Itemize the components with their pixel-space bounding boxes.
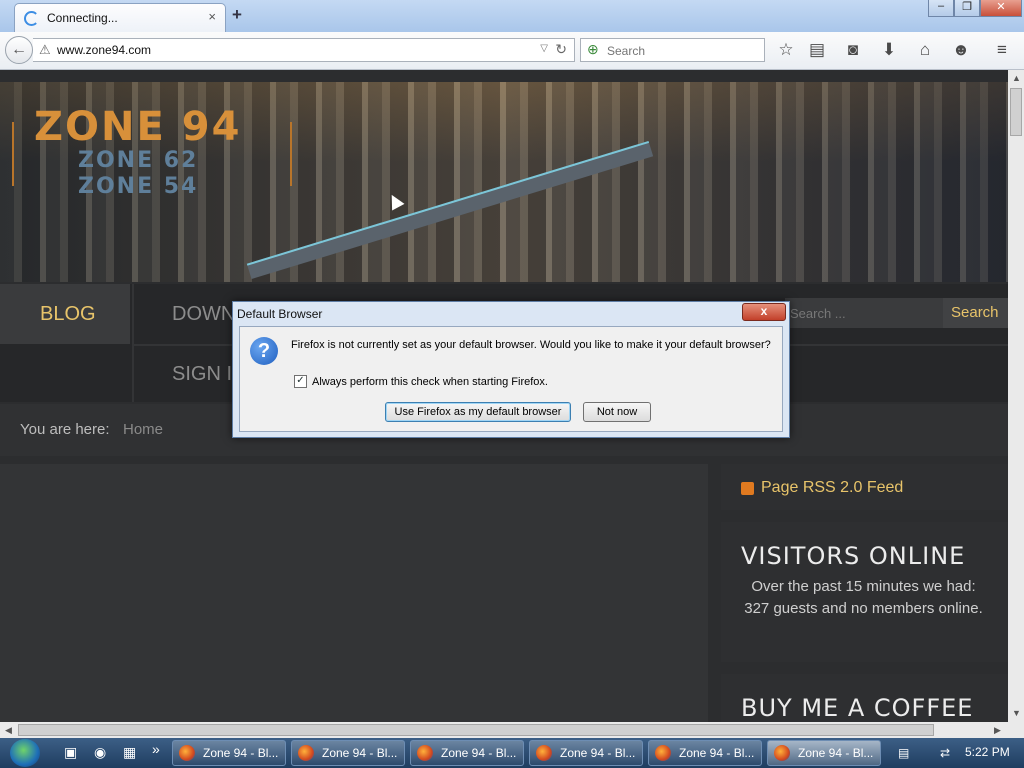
site-logo[interactable]: ZONE 94 — [34, 104, 241, 150]
site-search-placeholder: Search ... — [790, 306, 846, 321]
site-search-button-label: Search — [951, 304, 999, 321]
scroll-right-icon[interactable]: ▶ — [994, 725, 1001, 736]
rss-icon — [741, 482, 754, 495]
coffee-title: BUY ME A COFFEE — [741, 694, 974, 722]
browser-tab[interactable]: Connecting... × — [14, 3, 226, 32]
tab-close-icon[interactable]: × — [208, 9, 216, 24]
reading-list-icon[interactable]: ▤ — [806, 40, 828, 60]
dialog-close-button[interactable]: x — [742, 303, 786, 321]
minimize-button[interactable]: – — [928, 0, 954, 17]
visitors-title: VISITORS ONLINE — [741, 542, 966, 570]
scroll-up-icon[interactable]: ▲ — [1012, 73, 1021, 83]
firefox-icon — [179, 745, 195, 761]
menu-item-downloads[interactable]: DOWN — [172, 303, 235, 326]
media-quicklaunch-icon[interactable]: ▦ — [123, 744, 136, 761]
firefox-icon — [774, 745, 790, 761]
vertical-scroll-thumb[interactable] — [1010, 88, 1022, 136]
home-icon[interactable]: ⌂ — [914, 40, 936, 60]
taskbar-item-label: Zone 94 - Bl... — [441, 746, 517, 760]
network-tray-icon[interactable]: ⇄ — [940, 746, 950, 760]
menu-item-blog[interactable]: BLOG — [0, 284, 130, 344]
site-search-input[interactable]: Search ... — [785, 298, 943, 328]
restore-button[interactable]: ❐ — [954, 0, 980, 17]
warning-icon[interactable]: ⚠ — [39, 42, 51, 58]
firefox-icon — [655, 745, 671, 761]
dialog-message: Firefox is not currently set as your def… — [291, 339, 771, 351]
firefox-icon — [536, 745, 552, 761]
url-bar[interactable]: ⚠ www.zone94.com ▽ ↻ — [33, 38, 575, 62]
windows-taskbar: ▣ ◉ ▦ » Zone 94 - Bl... Zone 94 - Bl... … — [0, 738, 1024, 768]
visitors-widget: VISITORS ONLINE Over the past 15 minutes… — [721, 522, 1008, 662]
back-arrow-icon: ← — [11, 41, 27, 58]
hello-icon[interactable]: ☻ — [950, 40, 972, 60]
browser-titlebar: Connecting... × + – ❐ ✕ — [0, 0, 1024, 32]
site-logo-sub2: ZONE 54 — [78, 174, 199, 199]
use-default-button[interactable]: Use Firefox as my default browser — [385, 402, 571, 422]
taskbar-item[interactable]: Zone 94 - Bl... — [291, 740, 405, 766]
horizontal-scroll-thumb[interactable] — [18, 724, 934, 736]
taskbar-item[interactable]: Zone 94 - Bl... — [410, 740, 524, 766]
back-button[interactable]: ← — [5, 36, 33, 64]
system-clock[interactable]: 5:22 PM — [965, 745, 1010, 759]
always-check-checkbox[interactable]: ✓ — [294, 375, 307, 388]
dialog-body: ? Firefox is not currently set as your d… — [239, 326, 783, 432]
taskbar-item-active[interactable]: Zone 94 - Bl... — [767, 740, 881, 766]
breadcrumb-label: You are here: — [20, 421, 110, 438]
site-banner[interactable]: ZONE 94 ZONE 62 ZONE 54 — [0, 82, 1008, 282]
taskbar-item-label: Zone 94 - Bl... — [203, 746, 279, 760]
question-icon: ? — [250, 337, 278, 365]
rss-feed-link[interactable]: Page RSS 2.0 Feed — [761, 479, 903, 497]
url-dropdown-icon[interactable]: ▽ — [540, 43, 548, 54]
firefox-quicklaunch-icon[interactable]: ◉ — [94, 744, 106, 761]
start-button[interactable] — [10, 739, 40, 767]
pocket-icon[interactable]: ◙ — [842, 40, 864, 60]
menu-item-sign-in[interactable]: SIGN I — [172, 363, 232, 386]
menu-item-blog-label: BLOG — [40, 303, 96, 325]
site-search-button[interactable]: Search — [943, 298, 1008, 328]
scroll-down-icon[interactable]: ▼ — [1012, 708, 1021, 718]
coffee-widget: BUY ME A COFFEE — [721, 674, 1008, 722]
taskbar-item[interactable]: Zone 94 - Bl... — [648, 740, 762, 766]
scroll-left-icon[interactable]: ◀ — [5, 725, 12, 736]
menu-icon[interactable]: ≡ — [991, 40, 1013, 60]
taskbar-item-label: Zone 94 - Bl... — [322, 746, 398, 760]
breadcrumb-home-link[interactable]: Home — [123, 421, 163, 438]
main-content — [0, 464, 708, 722]
tab-title: Connecting... — [47, 11, 118, 25]
taskbar-item[interactable]: Zone 94 - Bl... — [172, 740, 286, 766]
close-window-button[interactable]: ✕ — [980, 0, 1022, 17]
firefox-icon — [298, 745, 314, 761]
search-engine-icon[interactable]: ⊕ — [587, 41, 599, 58]
taskbar-item-label: Zone 94 - Bl... — [679, 746, 755, 760]
default-browser-dialog: Default Browser x ? Firefox is not curre… — [232, 301, 790, 438]
visitors-text: Over the past 15 minutes we had: 327 gue… — [744, 578, 983, 617]
rss-widget: Page RSS 2.0 Feed — [721, 464, 1008, 510]
vertical-scrollbar[interactable]: ▲ ▼ — [1008, 70, 1024, 722]
not-now-button[interactable]: Not now — [583, 402, 651, 422]
keyboard-tray-icon[interactable]: ▤ — [898, 746, 909, 760]
taskbar-item-label: Zone 94 - Bl... — [560, 746, 636, 760]
quicklaunch-overflow-icon[interactable]: » — [152, 741, 160, 757]
firefox-icon — [417, 745, 433, 761]
loading-spinner-icon — [24, 11, 39, 26]
reload-icon[interactable]: ↻ — [555, 41, 567, 58]
bookmark-star-icon[interactable]: ☆ — [775, 40, 797, 60]
always-check-label[interactable]: Always perform this check when starting … — [312, 376, 548, 388]
menu-divider — [132, 284, 134, 402]
navigation-toolbar: ← ⚠ www.zone94.com ▽ ↻ ⊕ ☆ ▤ ◙ ⬇ ⌂ ☻ ≡ — [0, 32, 1024, 70]
dialog-title: Default Browser — [237, 307, 323, 321]
taskbar-item-label: Zone 94 - Bl... — [798, 746, 874, 760]
new-tab-button[interactable]: + — [232, 5, 242, 25]
download-icon[interactable]: ⬇ — [878, 40, 900, 60]
search-bar[interactable]: ⊕ — [580, 38, 765, 62]
site-logo-sub1: ZONE 62 — [78, 148, 199, 173]
taskbar-item[interactable]: Zone 94 - Bl... — [529, 740, 643, 766]
show-desktop-icon[interactable]: ▣ — [64, 744, 77, 761]
url-text[interactable]: www.zone94.com — [57, 43, 151, 57]
horizontal-scrollbar[interactable]: ◀ ▶ — [0, 722, 1024, 738]
search-input[interactable] — [605, 42, 759, 60]
